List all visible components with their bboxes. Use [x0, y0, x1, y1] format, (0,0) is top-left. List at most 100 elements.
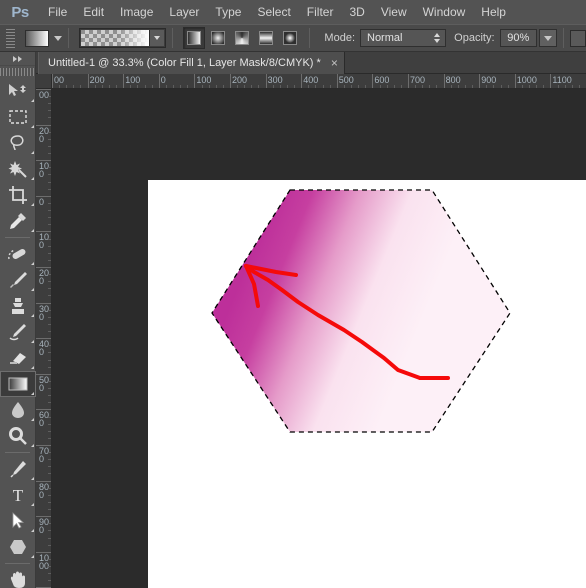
tool-clone-stamp[interactable]	[0, 293, 36, 319]
tool-type[interactable]: T	[0, 482, 36, 508]
ruler-minor-tick	[48, 380, 51, 382]
ruler-label: 700	[410, 75, 426, 85]
tool-eraser[interactable]	[0, 345, 36, 371]
tool-move[interactable]	[0, 78, 36, 104]
gradient-picker-chevron-down-icon[interactable]	[149, 30, 165, 46]
menu-file[interactable]: File	[40, 0, 75, 24]
ruler-minor-tick	[173, 85, 175, 88]
opacity-chevron-down-icon[interactable]	[539, 29, 557, 47]
ruler-minor-tick	[215, 85, 217, 88]
document-tab[interactable]: Untitled-1 @ 33.3% (Color Fill 1, Layer …	[38, 52, 345, 74]
collapse-panel-button[interactable]	[0, 52, 35, 66]
canvas-pasteboard[interactable]	[52, 89, 586, 588]
ruler-minor-tick	[48, 224, 51, 226]
reflected-gradient-button[interactable]	[255, 27, 278, 49]
menu-type[interactable]: Type	[207, 0, 249, 24]
document-tab-bar: Untitled-1 @ 33.3% (Color Fill 1, Layer …	[0, 52, 586, 74]
tool-gradient[interactable]	[0, 371, 36, 397]
ruler-minor-tick	[48, 345, 51, 347]
tool-magic-wand[interactable]	[0, 156, 36, 182]
ruler-minor-tick	[48, 145, 51, 147]
blend-mode-stepper-icon[interactable]	[431, 33, 445, 43]
ruler-minor-tick	[165, 85, 167, 88]
menu-bar: Ps File Edit Image Layer Type Select Fil…	[0, 0, 586, 24]
menu-image[interactable]: Image	[112, 0, 161, 24]
options-bar-grip[interactable]	[3, 27, 18, 49]
tool-healing-brush[interactable]	[0, 241, 36, 267]
menu-view[interactable]: View	[373, 0, 415, 24]
ruler-minor-tick	[329, 85, 331, 88]
tool-lasso[interactable]	[0, 130, 36, 156]
menu-3d[interactable]: 3D	[341, 0, 372, 24]
ruler-minor-tick	[48, 167, 51, 169]
ruler-minor-tick	[48, 558, 51, 560]
linear-gradient-button[interactable]	[183, 27, 206, 49]
tool-preset-swatch[interactable]	[24, 29, 50, 47]
tool-crop[interactable]	[0, 182, 36, 208]
ruler-minor-tick	[48, 238, 51, 240]
ruler-minor-tick	[48, 138, 51, 140]
ruler-minor-tick	[151, 85, 153, 88]
ruler-minor-tick	[543, 85, 545, 88]
opacity-input[interactable]: 90%	[499, 29, 538, 47]
vertical-ruler[interactable]: 00 200 100 0 100 200 300 400 500 600 700 800 900 1000…	[36, 89, 52, 588]
tools-panel-grip[interactable]	[0, 66, 35, 78]
tool-shape[interactable]	[0, 534, 36, 560]
ruler-minor-tick	[529, 85, 531, 88]
ruler-minor-tick	[48, 323, 51, 325]
menu-select[interactable]: Select	[249, 0, 298, 24]
tool-pen[interactable]	[0, 456, 36, 482]
menu-edit[interactable]: Edit	[75, 0, 112, 24]
blend-mode-value: Normal	[367, 32, 403, 44]
radial-gradient-button[interactable]	[207, 27, 230, 49]
menu-window[interactable]: Window	[415, 0, 474, 24]
artwork-layer	[211, 189, 511, 433]
ruler-label: 300	[39, 303, 50, 322]
tool-history-brush[interactable]	[0, 319, 36, 345]
ruler-minor-tick	[48, 501, 51, 503]
menu-help[interactable]: Help	[473, 0, 514, 24]
blend-mode-select[interactable]: Normal	[360, 29, 447, 47]
ruler-label: 800	[39, 481, 50, 500]
ruler-minor-tick	[48, 402, 51, 404]
ruler-minor-tick	[48, 117, 51, 119]
document-canvas[interactable]	[148, 180, 586, 588]
gradient-preview-strip[interactable]	[81, 30, 150, 46]
horizontal-ruler[interactable]: 00 200 100 0 100 200 300 400 500 600 700 800 900 1000…	[52, 74, 586, 89]
ruler-minor-tick	[48, 131, 51, 133]
ruler-corner[interactable]	[36, 74, 52, 89]
ruler-label: 00	[54, 75, 65, 85]
ruler-minor-tick	[66, 85, 68, 88]
tools-divider-2	[5, 452, 30, 453]
diamond-gradient-button[interactable]	[279, 27, 302, 49]
svg-text:T: T	[13, 486, 24, 504]
ruler-label: 100	[39, 232, 50, 251]
ruler-label: 0	[160, 75, 166, 85]
ruler-minor-tick	[48, 573, 51, 575]
options-divider-4	[562, 28, 564, 48]
photoshop-window: Ps File Edit Image Layer Type Select Fil…	[0, 0, 586, 588]
ruler-minor-tick	[59, 85, 61, 88]
tool-dodge[interactable]	[0, 423, 36, 449]
ruler-minor-tick	[48, 473, 51, 475]
close-icon[interactable]: ×	[331, 57, 338, 69]
hexagon-shape[interactable]	[212, 190, 510, 432]
menu-layer[interactable]: Layer	[161, 0, 207, 24]
angle-gradient-button[interactable]	[231, 27, 254, 49]
ruler-label: 900	[481, 75, 497, 85]
tool-blur[interactable]	[0, 397, 36, 423]
tool-path-selection[interactable]	[0, 508, 36, 534]
ruler-minor-tick	[48, 580, 51, 582]
tool-preset-chevron-down-icon[interactable]	[54, 35, 63, 41]
ruler-label: 0	[39, 196, 45, 207]
tool-brush[interactable]	[0, 267, 36, 293]
gradient-preset-picker[interactable]	[79, 28, 167, 48]
tool-eyedropper[interactable]	[0, 208, 36, 234]
ruler-label: 200	[39, 125, 50, 144]
ruler-minor-tick	[351, 85, 353, 88]
menu-filter[interactable]: Filter	[299, 0, 342, 24]
tool-hand[interactable]	[0, 567, 36, 588]
reverse-checkbox[interactable]	[569, 29, 586, 47]
ruler-minor-tick	[486, 85, 488, 88]
tool-rectangular-marquee[interactable]	[0, 104, 36, 130]
